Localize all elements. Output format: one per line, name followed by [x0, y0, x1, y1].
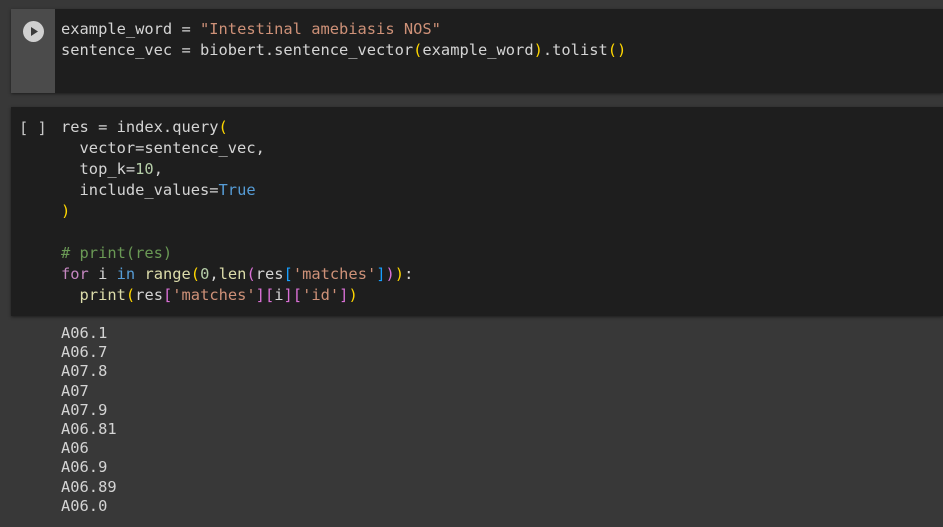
code-token: res = index.query — [61, 118, 219, 136]
code-line: # print(res) — [61, 243, 413, 264]
code-token: sentence_vec = biobert.sentence_vector — [61, 41, 414, 59]
output-line: A06.81 — [61, 420, 117, 439]
execution-count-label: [ ] — [19, 119, 47, 137]
code-cell-2[interactable]: [ ] res = index.query( vector=sentence_v… — [11, 107, 943, 316]
code-line: print(res['matches'][i]['id']) — [61, 285, 413, 306]
code-token: vector=sentence_vec, — [61, 139, 265, 157]
code-editor[interactable]: res = index.query( vector=sentence_vec, … — [61, 117, 413, 306]
code-token: 0 — [200, 265, 210, 283]
code-token: res — [135, 286, 163, 304]
code-token: ) — [348, 286, 358, 304]
code-token: i — [274, 286, 284, 304]
code-token: [ — [292, 286, 303, 304]
code-token: ) — [533, 41, 543, 59]
code-line: include_values=True — [61, 180, 413, 201]
code-line: example_word = "Intestinal amebiasis NOS… — [61, 19, 626, 40]
code-token: [ — [264, 286, 275, 304]
code-token: () — [607, 41, 627, 59]
cell-gutter — [11, 9, 55, 93]
code-token: ( — [246, 265, 256, 283]
code-token: ( — [125, 286, 136, 304]
code-token: , — [153, 160, 163, 178]
code-token: for — [61, 265, 89, 283]
cell-output: A06.1 A06.7 A07.8 A07 A07.9 A06.81 A06 A06.9 A06… — [61, 324, 117, 516]
code-token: , — [209, 265, 219, 283]
output-line: A07 — [61, 381, 89, 400]
code-token: ) — [394, 265, 405, 283]
output-line: A06.0 — [61, 496, 108, 515]
code-line: for i in range(0,len(res['matches'])): — [61, 264, 413, 285]
code-cell-1[interactable]: example_word = "Intestinal amebiasis NOS… — [11, 9, 943, 93]
output-line: A07.8 — [61, 362, 108, 381]
output-line: A06.9 — [61, 458, 108, 477]
code-token: : — [404, 265, 414, 283]
code-token: top_k= — [61, 160, 136, 178]
code-token: True — [218, 181, 256, 199]
code-token: ] — [255, 286, 265, 304]
code-line: res = index.query( — [61, 117, 413, 138]
code-token: 10 — [135, 160, 154, 178]
code-token: 'matches' — [172, 286, 256, 304]
code-token: len — [218, 265, 247, 283]
code-token: print — [79, 286, 126, 304]
code-token: 'id' — [302, 286, 340, 304]
code-editor[interactable]: example_word = "Intestinal amebiasis NOS… — [61, 19, 626, 61]
code-token: res — [255, 265, 284, 283]
code-token: ( — [413, 41, 423, 59]
code-token: ) — [61, 202, 71, 220]
output-line: A07.9 — [61, 400, 108, 419]
code-line: ) — [61, 201, 413, 222]
code-token: in — [116, 265, 136, 283]
code-token: example_word — [422, 41, 534, 59]
code-token: [ — [283, 265, 293, 283]
code-token: range — [144, 265, 191, 283]
output-line: A06.7 — [61, 343, 108, 362]
code-token: include_values= — [61, 181, 219, 199]
code-token: ] — [376, 265, 386, 283]
code-token: i — [88, 265, 117, 283]
play-icon — [31, 27, 38, 36]
output-line: A06.1 — [61, 324, 108, 342]
code-line: top_k=10, — [61, 159, 413, 180]
output-line: A06.89 — [61, 477, 117, 496]
code-line: sentence_vec = biobert.sentence_vector(e… — [61, 40, 626, 61]
code-token: ) — [385, 265, 395, 283]
code-token: ( — [218, 118, 228, 136]
code-token: ( — [190, 265, 201, 283]
output-line: A06 — [61, 439, 89, 458]
code-token: .tolist — [542, 41, 608, 59]
code-token: # print(res) — [61, 244, 173, 262]
code-token: ] — [283, 286, 293, 304]
code-token: 'matches' — [292, 265, 377, 283]
code-token: [ — [162, 286, 173, 304]
code-token: "Intestinal amebiasis NOS" — [200, 20, 441, 38]
code-line: vector=sentence_vec, — [61, 138, 413, 159]
run-cell-button[interactable] — [23, 21, 44, 42]
code-token: example_word = — [61, 20, 200, 38]
